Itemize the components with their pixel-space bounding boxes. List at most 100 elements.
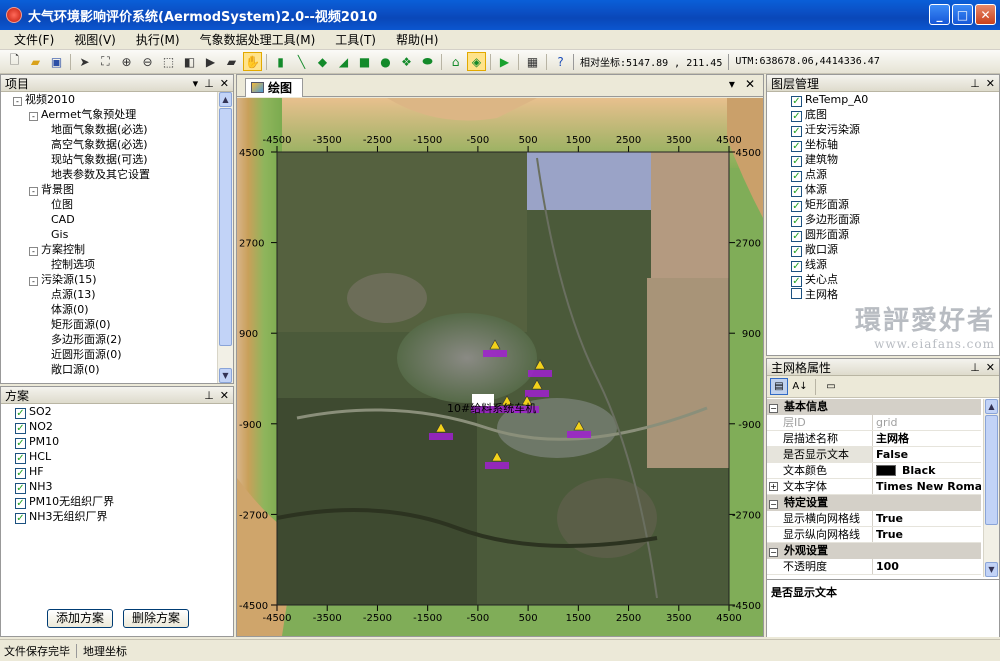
tree-node[interactable]: - 方案控制 — [1, 242, 218, 257]
scheme-item[interactable]: ✓ PM10 — [1, 434, 235, 449]
tree-expander-icon[interactable]: - — [29, 247, 38, 256]
tree-node[interactable]: 矩形面源(0) — [1, 317, 218, 332]
prop-layer-desc[interactable]: 层描述名称 主网格 — [767, 431, 981, 447]
scroll-down-icon[interactable]: ▼ — [219, 368, 232, 383]
menu-meteo-tools[interactable]: 气象数据处理工具(M) — [190, 30, 326, 50]
checkbox[interactable]: ✓ — [15, 408, 26, 419]
map-canvas[interactable]: -4500 -4500 -3500 -3500 -2500 -2500 -1500 -1500… — [237, 98, 763, 636]
layer-item[interactable]: ✓ 敞口源 — [767, 242, 1000, 257]
delete-scheme-button[interactable]: 删除方案 — [123, 609, 190, 628]
scheme-item[interactable]: ✓ NH3 — [1, 479, 235, 494]
checkbox[interactable]: ✓ — [791, 156, 802, 167]
checkbox[interactable]: ✓ — [791, 201, 802, 212]
tree-node[interactable]: 多边形面源(2) — [1, 332, 218, 347]
tree-node[interactable]: 位图 — [1, 197, 218, 212]
line-tool-icon[interactable]: ╲ — [292, 52, 311, 71]
scheme-item[interactable]: ✓ HF — [1, 464, 235, 479]
prop-show-v-grid[interactable]: 显示纵向网格线 True — [767, 527, 981, 543]
checkbox[interactable]: ✓ — [15, 483, 26, 494]
scroll-up-icon[interactable]: ▲ — [985, 399, 998, 414]
minimize-button[interactable]: _ — [929, 4, 950, 25]
layer-item[interactable]: ✓ 矩形面源 — [767, 197, 1000, 212]
tree-node[interactable]: 敞口源(0) — [1, 362, 218, 377]
tree-node[interactable]: 地面气象数据(必选) — [1, 122, 218, 137]
checkbox[interactable]: ✓ — [791, 186, 802, 197]
building-icon[interactable]: ⌂ — [446, 52, 465, 71]
tree-node[interactable]: 现站气象数据(可选) — [1, 152, 218, 167]
play-icon[interactable]: ▶ — [201, 52, 220, 71]
categorized-view-icon[interactable]: ▤ — [770, 378, 788, 395]
menu-help[interactable]: 帮助(H) — [386, 30, 448, 50]
tree-node[interactable]: - 背景图 — [1, 182, 218, 197]
layer-item[interactable]: ✓ 多边形面源 — [767, 212, 1000, 227]
tab-drawing[interactable]: 绘图 — [245, 78, 304, 97]
pan-hand-icon[interactable]: ✋ — [243, 52, 262, 71]
zoom-window-icon[interactable]: ⬚ — [159, 52, 178, 71]
panel-close-icon[interactable]: ✕ — [220, 387, 229, 404]
run-icon[interactable]: ▶ — [495, 52, 514, 71]
layer-item[interactable]: ✓ 点源 — [767, 167, 1000, 182]
category-basic[interactable]: − 基本信息 — [767, 399, 981, 415]
polygon-tool-icon[interactable]: ◆ — [313, 52, 332, 71]
area-tool-icon[interactable]: ◢ — [334, 52, 353, 71]
category-appearance[interactable]: − 外观设置 — [767, 543, 981, 559]
scroll-up-icon[interactable]: ▲ — [219, 92, 232, 107]
menu-view[interactable]: 视图(V) — [64, 30, 126, 50]
tree-node[interactable]: 地表参数及其它设置 — [1, 167, 218, 182]
rectangle-tool-icon[interactable]: ■ — [355, 52, 374, 71]
checkbox[interactable]: ✓ — [15, 498, 26, 509]
pin-icon[interactable]: ⊥ — [204, 75, 214, 92]
property-scrollbar[interactable]: ▲ ▼ — [983, 399, 999, 577]
save-icon[interactable]: ▣ — [47, 52, 66, 71]
scheme-item[interactable]: ✓ SO2 — [1, 404, 235, 419]
panel-close-icon[interactable]: ✕ — [986, 75, 995, 92]
volume-source-icon[interactable]: ❖ — [397, 52, 416, 71]
checkbox[interactable]: ✓ — [791, 141, 802, 152]
pin-icon[interactable]: ⊥ — [204, 387, 214, 404]
scheme-item[interactable]: ✓ HCL — [1, 449, 235, 464]
prop-layer-id[interactable]: 层ID grid — [767, 415, 981, 431]
tree-node[interactable]: Gis — [1, 227, 218, 242]
prop-opacity[interactable]: 不透明度 100 — [767, 559, 981, 575]
close-button[interactable]: ✕ — [975, 4, 996, 25]
previous-view-icon[interactable]: ◧ — [180, 52, 199, 71]
tree-node[interactable]: CAD — [1, 212, 218, 227]
scroll-down-icon[interactable]: ▼ — [985, 562, 998, 577]
maximize-button[interactable]: □ — [952, 4, 973, 25]
layer-item[interactable]: ✓ 关心点 — [767, 272, 1000, 287]
checkbox[interactable]: ✓ — [791, 216, 802, 227]
checkbox[interactable]: ✓ — [15, 468, 26, 479]
add-scheme-button[interactable]: 添加方案 — [46, 609, 113, 628]
tree-node[interactable]: 近圆形面源(0) — [1, 347, 218, 362]
prop-text-color[interactable]: 文本颜色 Black — [767, 463, 981, 479]
panel-dropdown-icon[interactable]: ▾ — [193, 75, 199, 92]
tree-node[interactable]: 点源(13) — [1, 287, 218, 302]
tab-dropdown-icon[interactable]: ▾ — [729, 77, 735, 91]
layer-item[interactable]: ✓ 圆形面源 — [767, 227, 1000, 242]
open-pit-icon[interactable]: ⬬ — [418, 52, 437, 71]
checkbox[interactable]: ✓ — [791, 171, 802, 182]
alphabetical-sort-icon[interactable]: A↓ — [791, 378, 809, 395]
menu-execute[interactable]: 执行(M) — [126, 30, 190, 50]
tree-node[interactable]: - 污染源(15) — [1, 272, 218, 287]
prop-show-text[interactable]: 是否显示文本 False — [767, 447, 981, 463]
full-extent-icon[interactable]: ⛶ — [96, 52, 115, 71]
panel-close-icon[interactable]: ✕ — [986, 359, 995, 376]
scheme-item[interactable]: ✓ NH3无组织厂界 — [1, 509, 235, 524]
checkbox[interactable]: ✓ — [791, 231, 802, 242]
layer-item[interactable]: ✓ 底图 — [767, 107, 1000, 122]
new-file-icon[interactable]: 🗋 — [5, 52, 24, 71]
tree-node[interactable]: 高空气象数据(必选) — [1, 137, 218, 152]
menu-tools[interactable]: 工具(T) — [325, 30, 386, 50]
tree-expander-icon[interactable]: - — [29, 187, 38, 196]
circle-tool-icon[interactable]: ● — [376, 52, 395, 71]
checkbox[interactable]: ✓ — [791, 276, 802, 287]
layer-item[interactable]: ✓ 线源 — [767, 257, 1000, 272]
checkbox[interactable]: ✓ — [791, 261, 802, 272]
tab-close-icon[interactable]: ✕ — [745, 77, 755, 91]
pin-icon[interactable]: ⊥ — [970, 75, 980, 92]
checkbox[interactable]: ✓ — [15, 438, 26, 449]
checkbox[interactable]: ✓ — [791, 96, 802, 107]
help-icon[interactable]: ? — [551, 52, 570, 71]
grid-icon[interactable]: ▦ — [523, 52, 542, 71]
